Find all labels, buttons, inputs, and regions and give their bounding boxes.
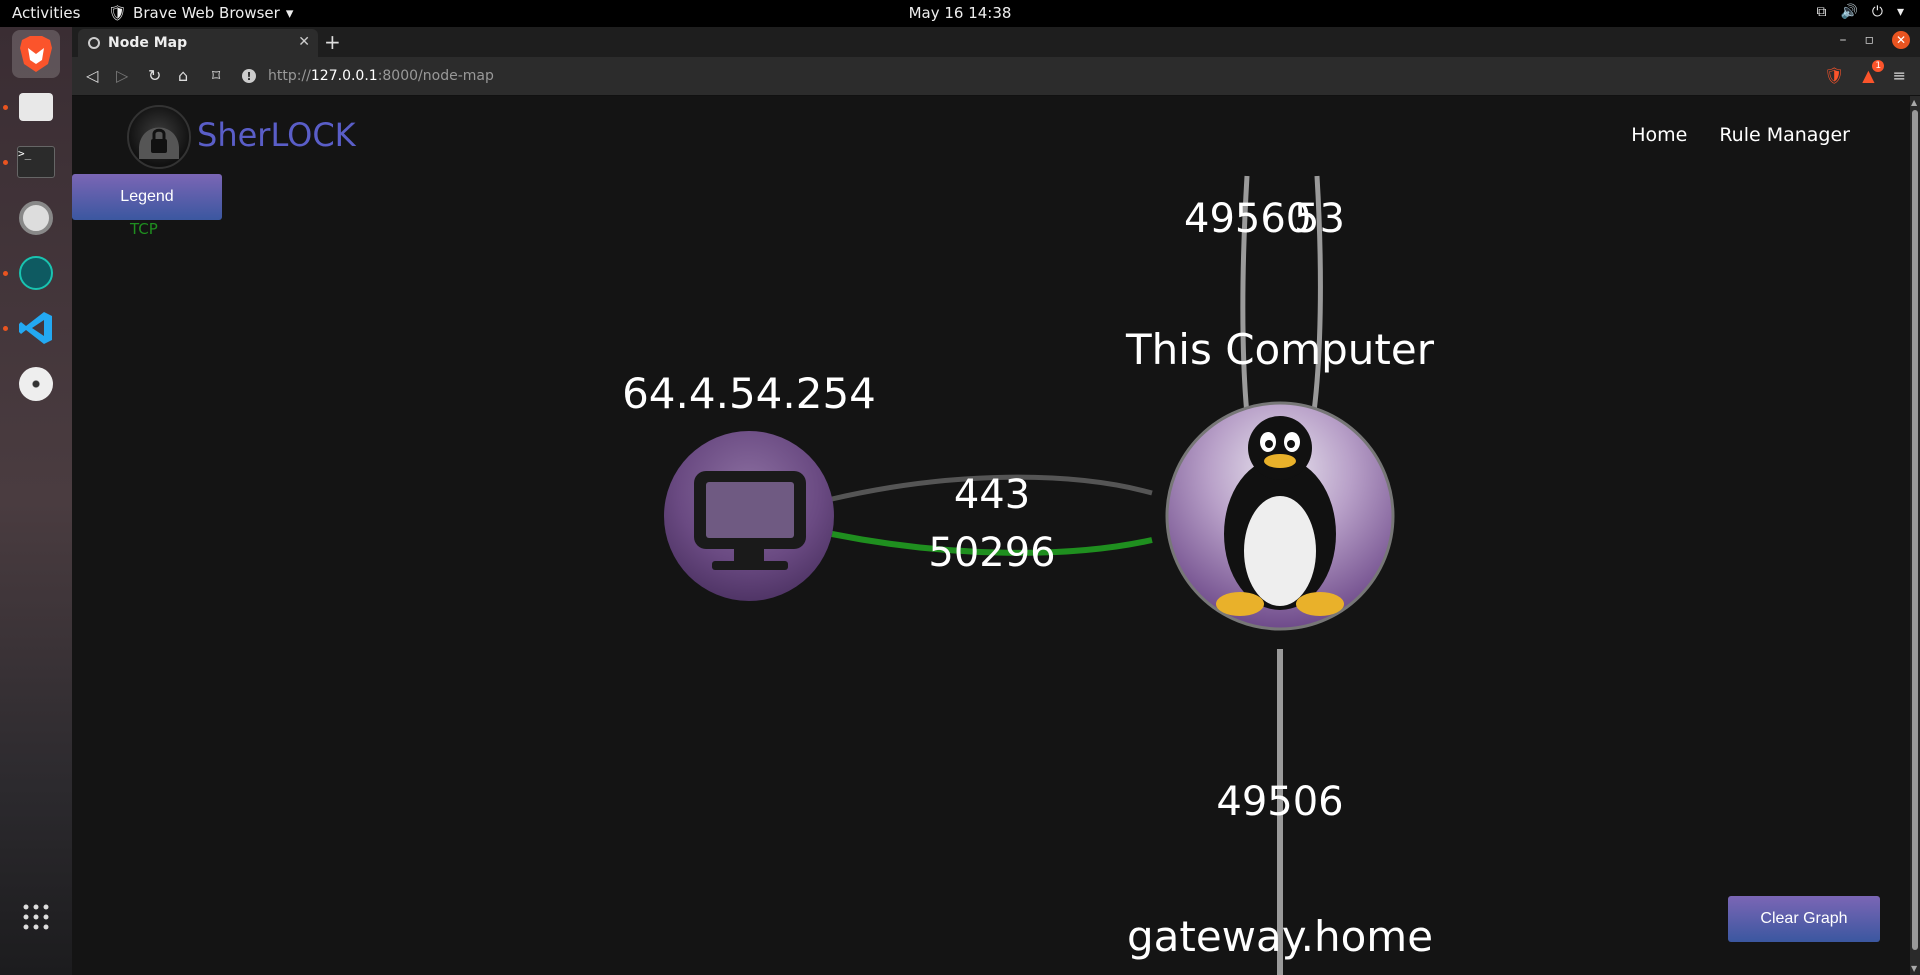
scroll-up-icon[interactable]: ▲ (1911, 98, 1917, 107)
rewards-badge: 1 (1872, 60, 1885, 72)
edge-label: 49560 (1184, 196, 1311, 242)
network-icon[interactable]: ⧉ (1816, 4, 1826, 20)
menu-icon[interactable]: ≡ (1893, 66, 1906, 85)
forward-button[interactable]: ▷ (116, 66, 128, 85)
new-tab-button[interactable]: + (324, 30, 341, 54)
site-nav: Home Rule Manager (1631, 124, 1850, 146)
edge-label: 443 (954, 472, 1030, 518)
scroll-down-icon[interactable]: ▼ (1911, 964, 1917, 973)
system-tray[interactable]: ⧉ 🔊 ⏻ ▾ (1816, 4, 1904, 20)
brave-lion-icon: 🛡 (108, 4, 128, 22)
app-menu[interactable]: 🛡 Brave Web Browser ▾ (108, 4, 293, 22)
app-grid-icon (23, 904, 49, 930)
minimize-button[interactable]: – (1840, 32, 1847, 48)
gear-icon (19, 201, 53, 235)
app-menu-label: Brave Web Browser (133, 4, 280, 22)
edge-label: 50296 (928, 530, 1055, 576)
nav-home[interactable]: Home (1631, 124, 1687, 146)
node-label: 64.4.54.254 (622, 369, 876, 418)
scrollbar-thumb[interactable] (1912, 110, 1918, 950)
activities-button[interactable]: Activities (12, 4, 80, 22)
reload-button[interactable]: ↻ (148, 66, 161, 85)
node-local[interactable] (1165, 401, 1395, 631)
restore-button[interactable]: ▫ (1865, 32, 1875, 48)
running-indicator (3, 160, 8, 165)
address-bar[interactable]: ! http://127.0.0.1:8000/node-map (242, 63, 1802, 89)
dock-app-grid[interactable] (12, 893, 60, 941)
browser-toolbar: ◁ ▷ ↻ ⌂ ⌑ ! http://127.0.0.1:8000/node-m… (72, 57, 1920, 96)
url-host: 127.0.0.1 (310, 68, 378, 84)
tab-title: Node Map (108, 35, 188, 51)
disc-icon (19, 367, 53, 401)
terminal-icon: >_ (17, 146, 55, 178)
legend-item-tcp: TCP (130, 220, 158, 238)
site-info-icon[interactable]: ! (242, 69, 256, 83)
power-icon[interactable]: ⏻ (1872, 4, 1883, 20)
edge-label: 49506 (1216, 779, 1343, 825)
caret-down-icon: ▾ (285, 4, 294, 22)
dock-vscode[interactable] (12, 304, 60, 352)
node-label: This Computer (1125, 325, 1435, 374)
back-button[interactable]: ◁ (86, 66, 98, 85)
vscode-icon (19, 312, 52, 344)
chevron-down-icon[interactable]: ▾ (1897, 4, 1904, 20)
gitkraken-icon (19, 256, 53, 290)
brave-rewards-icon[interactable]: ▲ 1 (1862, 60, 1885, 85)
dock-terminal[interactable]: >_ (12, 138, 60, 186)
volume-icon[interactable]: 🔊 (1840, 4, 1857, 20)
node-label: gateway.home (1127, 912, 1433, 961)
hooded-figure-lock-icon (139, 127, 179, 159)
brave-shields-icon[interactable]: 🛡 (1824, 66, 1844, 85)
dock-dvd-drive[interactable] (12, 360, 60, 408)
url-path: :8000/node-map (377, 68, 494, 84)
system-top-bar: Activities 🛡 Brave Web Browser ▾ May 16 … (0, 0, 1920, 27)
close-window-button[interactable]: ✕ (1892, 31, 1910, 49)
browser-extensions: 🛡 ▲ 1 ≡ (1824, 60, 1906, 85)
tab-close-icon[interactable]: ✕ (298, 34, 310, 50)
bookmark-button[interactable]: ⌑ (212, 66, 220, 85)
running-indicator (3, 105, 8, 110)
site-brand[interactable]: SherLOCK (197, 116, 356, 154)
dock-files[interactable] (12, 83, 60, 131)
dock-settings[interactable] (12, 194, 60, 242)
clear-graph-button[interactable]: Clear Graph (1728, 896, 1880, 942)
page-scrollbar[interactable]: ▲ ▼ (1910, 96, 1920, 975)
edge-label: 53 (1294, 196, 1345, 242)
window-controls: – ▫ ✕ (1840, 31, 1910, 49)
page-viewport: 49560 53 443 50296 49506 64.4.54.254 Thi… (72, 96, 1910, 975)
node-remote[interactable] (664, 431, 834, 601)
running-indicator (3, 271, 8, 276)
dock: >_ (0, 27, 72, 975)
home-button[interactable]: ⌂ (178, 66, 188, 85)
url-prefix: http:// (268, 68, 311, 84)
node-map-graph[interactable]: 49560 53 443 50296 49506 64.4.54.254 Thi… (72, 96, 1910, 975)
legend-button[interactable]: Legend (72, 174, 222, 220)
nav-rule-manager[interactable]: Rule Manager (1719, 124, 1850, 146)
folder-icon (19, 93, 53, 121)
dock-gitkraken[interactable] (12, 249, 60, 297)
tab-strip: Node Map ✕ + – ▫ ✕ (72, 27, 1920, 57)
tab-favicon-icon (88, 37, 100, 49)
tab-node-map[interactable]: Node Map ✕ (78, 29, 318, 57)
brave-lion-icon (20, 36, 52, 72)
running-indicator (3, 326, 8, 331)
dock-brave[interactable] (12, 30, 60, 78)
sherlock-logo[interactable] (127, 105, 191, 169)
